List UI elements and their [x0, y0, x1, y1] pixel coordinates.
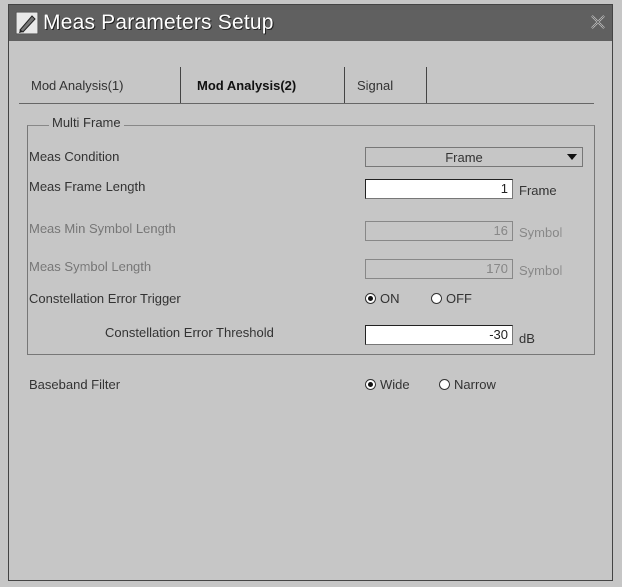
- constellation-threshold-input[interactable]: -30: [365, 325, 513, 345]
- radio-selected-icon: [365, 379, 376, 390]
- symbol-length-unit: Symbol: [519, 263, 563, 278]
- close-icon: [591, 15, 605, 29]
- radio-label: Wide: [380, 377, 410, 392]
- radio-unselected-icon: [439, 379, 450, 390]
- radio-label: Narrow: [454, 377, 496, 392]
- tab-mod-analysis-2[interactable]: Mod Analysis(2): [189, 67, 345, 103]
- frame-length-label: Meas Frame Length: [29, 179, 146, 194]
- radio-label: ON: [380, 291, 400, 306]
- window-title: Meas Parameters Setup: [43, 11, 274, 34]
- radio-unselected-icon: [431, 293, 442, 304]
- dialog-body: Mod Analysis(1) Mod Analysis(2) Signal M…: [9, 41, 612, 580]
- symbol-length-label: Meas Symbol Length: [29, 259, 152, 274]
- min-symbol-length-unit: Symbol: [519, 225, 563, 240]
- tab-label: Mod Analysis(1): [31, 77, 124, 93]
- tab-signal[interactable]: Signal: [349, 67, 427, 103]
- constellation-threshold-unit: dB: [519, 331, 535, 346]
- constellation-trigger-on-radio[interactable]: ON: [365, 291, 400, 306]
- tab-label: Signal: [357, 77, 394, 93]
- meas-condition-value: Frame: [445, 149, 483, 165]
- frame-length-unit: Frame: [519, 183, 557, 198]
- constellation-trigger-label: Constellation Error Trigger: [29, 291, 181, 306]
- chevron-down-icon: [562, 153, 582, 161]
- constellation-threshold-label: Constellation Error Threshold: [105, 325, 274, 340]
- meas-condition-label: Meas Condition: [29, 149, 120, 164]
- baseband-filter-label: Baseband Filter: [29, 377, 121, 392]
- min-symbol-length-label: Meas Min Symbol Length: [29, 221, 176, 236]
- title-bar[interactable]: Meas Parameters Setup: [9, 5, 612, 41]
- baseband-filter-wide-radio[interactable]: Wide: [365, 377, 410, 392]
- tab-label: Mod Analysis(2): [197, 77, 297, 93]
- meas-condition-select[interactable]: Frame: [365, 147, 583, 167]
- tab-mod-analysis-1[interactable]: Mod Analysis(1): [23, 67, 181, 103]
- baseband-filter-narrow-radio[interactable]: Narrow: [439, 377, 496, 392]
- radio-label: OFF: [446, 291, 472, 306]
- frame-length-input[interactable]: 1: [365, 179, 513, 199]
- dialog-window: Meas Parameters Setup Mod Analysis(1) Mo…: [8, 4, 613, 581]
- min-symbol-length-input: 16: [365, 221, 513, 241]
- radio-selected-icon: [365, 293, 376, 304]
- close-button[interactable]: [587, 11, 609, 33]
- symbol-length-input: 170: [365, 259, 513, 279]
- group-title: Multi Frame: [49, 115, 124, 130]
- pencil-icon: [15, 11, 39, 35]
- tab-divider: [19, 103, 594, 104]
- constellation-trigger-off-radio[interactable]: OFF: [431, 291, 472, 306]
